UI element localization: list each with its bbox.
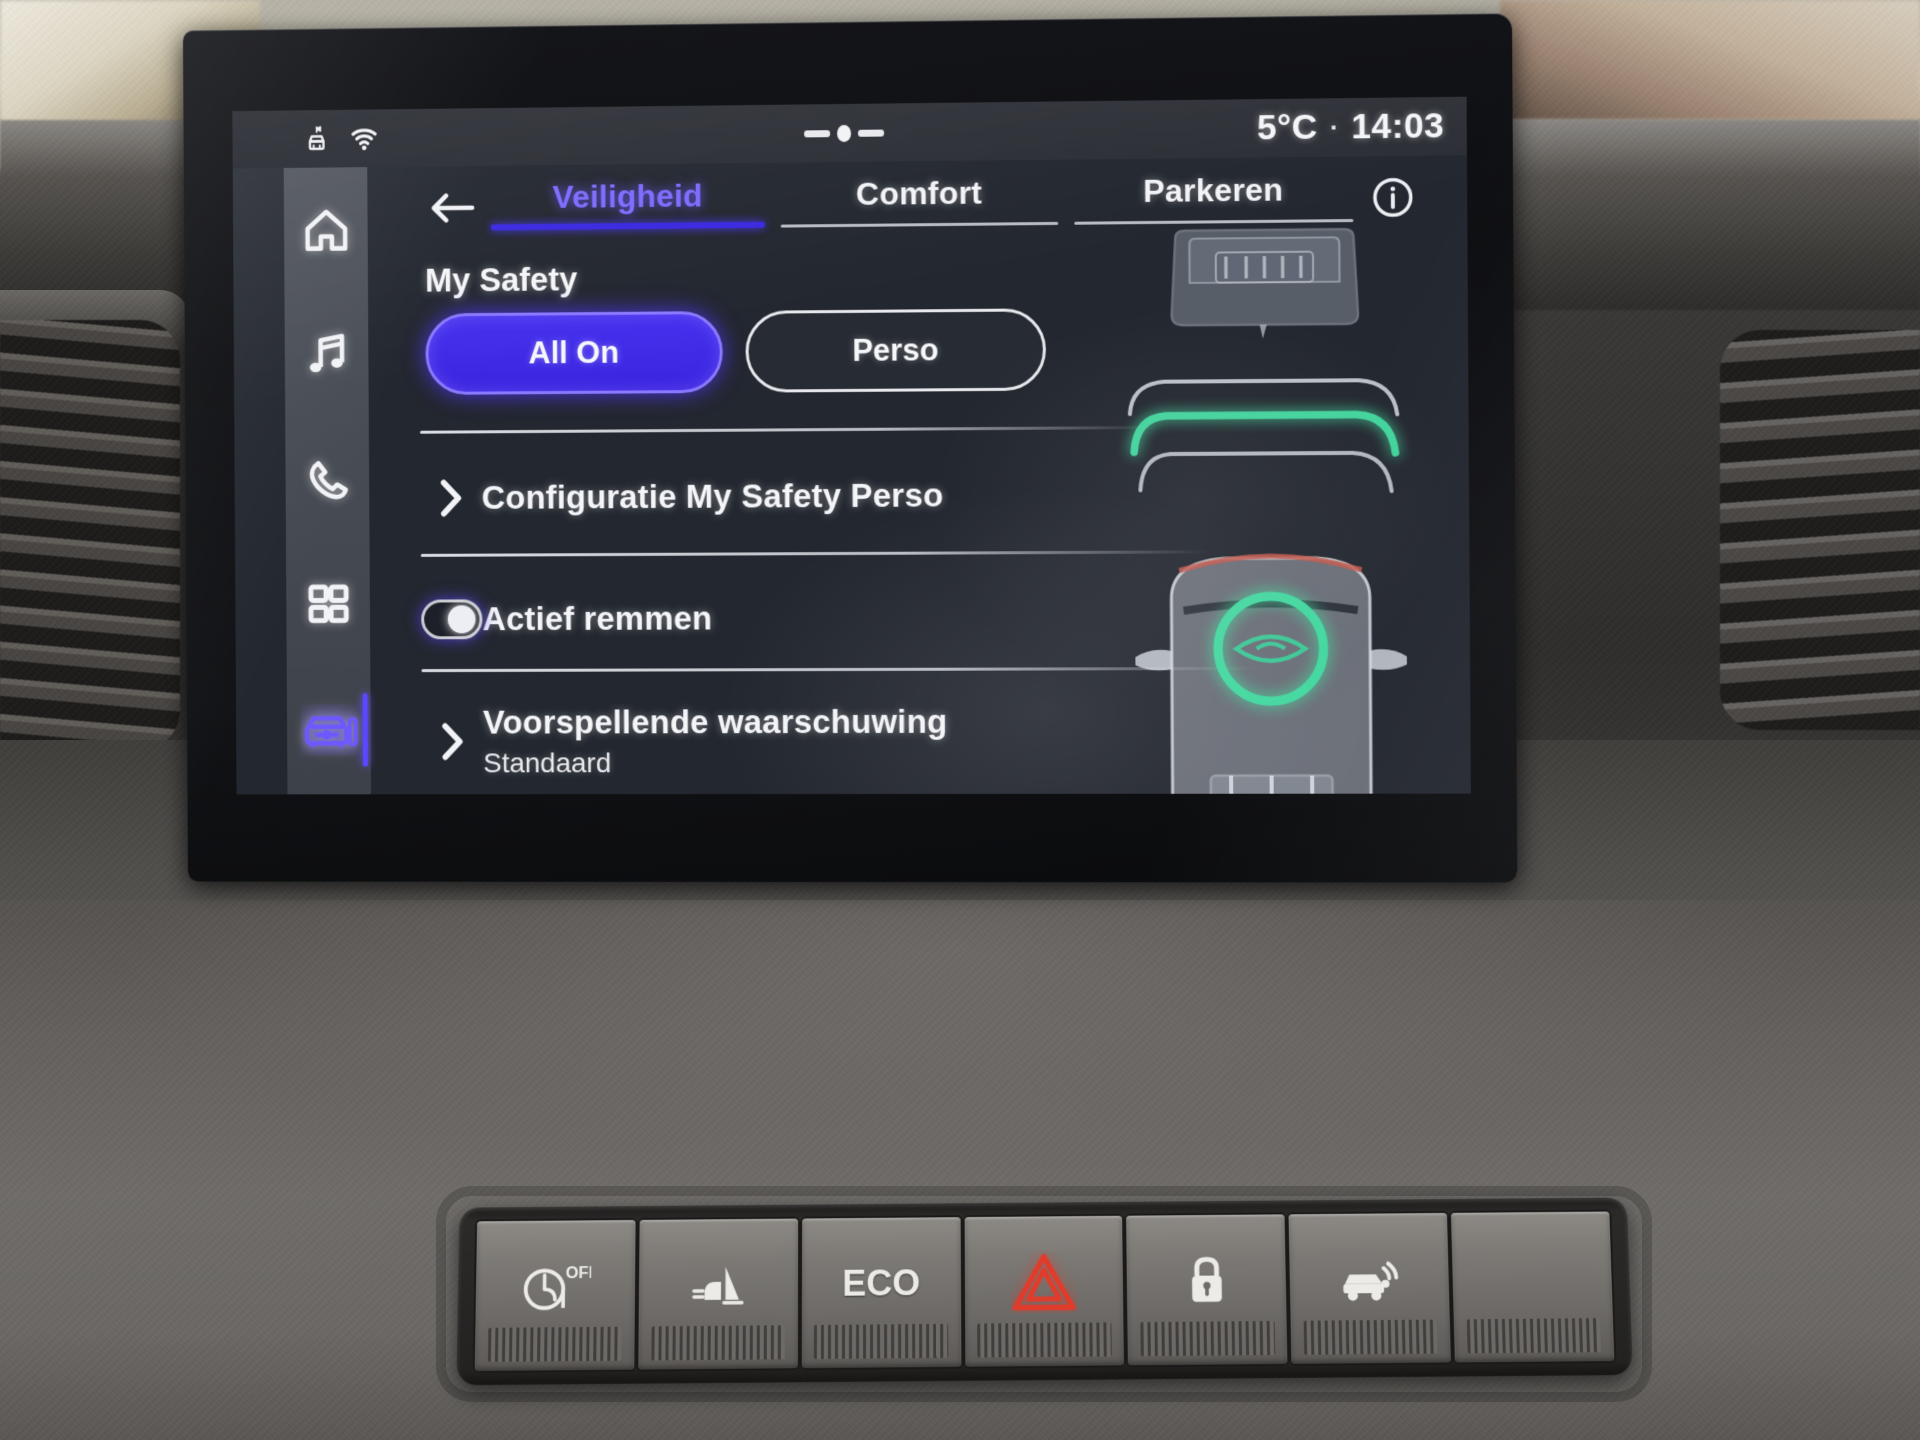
windshield-light-right — [1500, 0, 1920, 120]
chevron-right-icon-1 — [420, 476, 481, 520]
mode-button-perso-label: Perso — [852, 332, 938, 369]
car-settings-icon — [300, 704, 357, 756]
tab-comfort-label: Comfort — [773, 174, 1066, 214]
tab-veiligheid[interactable]: Veiligheid — [483, 177, 773, 231]
sidebar-rail — [284, 167, 371, 794]
physical-button-strip: OFF ECO — [456, 1198, 1633, 1386]
list-item-configuratie-label: Configuratie My Safety Perso — [482, 476, 944, 516]
toggle-wrap-actief-remmen[interactable] — [421, 599, 482, 639]
back-button[interactable] — [422, 184, 483, 232]
status-separator: · — [1330, 112, 1339, 143]
sidebar-item-media[interactable] — [284, 292, 368, 418]
ego-vehicle-top-view — [1135, 556, 1408, 795]
sidebar-item-vehicle[interactable] — [287, 667, 371, 792]
air-vent-right — [1720, 330, 1920, 730]
parking-assist-icon — [1334, 1254, 1405, 1304]
page-title: My Safety — [425, 260, 577, 299]
page-indicator — [804, 124, 884, 142]
blank-button[interactable] — [1451, 1212, 1614, 1363]
toggle-actief-remmen[interactable] — [421, 599, 482, 639]
apps-grid-icon — [303, 580, 352, 630]
sidebar-item-phone[interactable] — [285, 417, 369, 542]
active-braking-illustration — [1102, 214, 1470, 795]
infotainment-screen[interactable]: 5°C · 14:03 Veiligheid Comfort Parkeren … — [232, 97, 1470, 795]
list-item-configuratie[interactable]: Configuratie My Safety Perso — [420, 451, 943, 542]
list-item-voorspellende-waarschuwing[interactable]: Voorspellende waarschuwing Standaard — [422, 686, 948, 795]
svg-text:OFF: OFF — [566, 1264, 592, 1282]
toggle-knob — [448, 605, 476, 633]
list-item-actief-remmen[interactable]: Actief remmen — [421, 575, 713, 664]
divider-2 — [421, 550, 1210, 557]
wifi-icon — [349, 123, 379, 153]
door-lock-icon — [1183, 1253, 1230, 1309]
page-indicator-bar-right — [858, 129, 884, 136]
my-safety-mode-group: All On Perso — [425, 308, 1046, 395]
clock-readout: 14:03 — [1351, 106, 1444, 147]
mode-button-perso[interactable]: Perso — [745, 308, 1046, 392]
hill-descent-button[interactable] — [638, 1219, 798, 1370]
list-item-voorspellende-waarschuwing-label: Voorspellende waarschuwing — [483, 703, 948, 742]
back-arrow-icon — [428, 191, 476, 225]
content-pane: Veiligheid Comfort Parkeren My Safety Al… — [367, 155, 1471, 794]
status-bar-right: 5°C · 14:03 — [1257, 106, 1445, 148]
auto-stop-start-off-icon: OFF — [519, 1260, 592, 1312]
mode-button-all-on[interactable]: All On — [425, 311, 723, 395]
sidebar-item-home[interactable] — [284, 167, 368, 293]
info-circle-icon — [1370, 175, 1415, 220]
dashboard-scene: 5°C · 14:03 Veiligheid Comfort Parkeren … — [0, 0, 1920, 1440]
eco-mode-button[interactable]: ECO — [802, 1217, 961, 1368]
hazard-triangle-icon — [1010, 1251, 1079, 1313]
music-note-icon — [301, 329, 352, 381]
sidebar-item-apps[interactable] — [286, 542, 370, 667]
page-indicator-bar-left — [804, 130, 830, 137]
phone-icon — [302, 454, 353, 506]
hill-descent-control-icon — [688, 1260, 748, 1310]
tab-parkeren-label: Parkeren — [1066, 171, 1362, 211]
status-bar-icons — [303, 123, 379, 154]
list-item-voorspellende-waarschuwing-value: Standaard — [483, 747, 948, 779]
mode-button-all-on-label: All On — [528, 335, 619, 372]
vehicle-data-icon — [303, 124, 333, 154]
chevron-right-icon — [436, 476, 466, 520]
central-lock-button[interactable] — [1127, 1214, 1288, 1365]
air-vent-left — [0, 320, 180, 750]
lead-vehicle-rear — [1171, 229, 1358, 339]
eco-mode-label: ECO — [842, 1262, 920, 1305]
home-icon — [300, 204, 351, 256]
tab-veiligheid-label: Veiligheid — [483, 177, 773, 217]
divider-1 — [420, 426, 1158, 434]
radar-wave-arcs — [1130, 380, 1398, 492]
temperature-readout: 5°C — [1257, 108, 1318, 149]
chevron-right-icon — [438, 720, 468, 764]
parking-sensor-button[interactable] — [1289, 1213, 1451, 1364]
tab-comfort[interactable]: Comfort — [773, 174, 1066, 228]
list-item-actief-remmen-label: Actief remmen — [482, 599, 712, 638]
page-indicator-dot — [837, 124, 851, 141]
hazard-lights-button[interactable] — [964, 1216, 1124, 1367]
braking-illustration-svg — [1102, 214, 1470, 795]
stop-start-off-button[interactable]: OFF — [475, 1220, 636, 1371]
infotainment-unit: 5°C · 14:03 Veiligheid Comfort Parkeren … — [183, 13, 1517, 882]
chevron-right-icon-2 — [422, 720, 483, 764]
